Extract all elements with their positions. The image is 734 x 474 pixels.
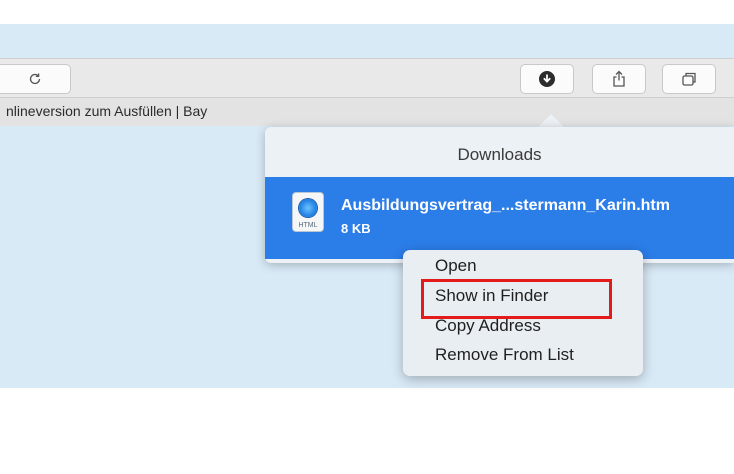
menu-item-remove-from-list[interactable]: Remove From List xyxy=(435,345,574,365)
safari-compass-icon xyxy=(299,199,317,217)
browser-window: nlineversion zum Ausfüllen | Bay xyxy=(0,58,734,126)
tab-bar: nlineversion zum Ausfüllen | Bay xyxy=(0,97,734,126)
download-item[interactable]: HTML Ausbildungsvertrag_...stermann_Kari… xyxy=(265,177,734,259)
html-file-icon: HTML xyxy=(293,193,323,231)
downloads-title: Downloads xyxy=(457,145,542,164)
reload-button[interactable] xyxy=(0,64,71,94)
reload-icon xyxy=(29,73,41,85)
downloads-popover: Downloads HTML Ausbildungsvertrag_...ste… xyxy=(265,127,734,263)
page-top-band xyxy=(0,0,734,24)
highlight-annotation xyxy=(421,279,612,319)
popover-arrow xyxy=(537,114,565,128)
download-file-name: Ausbildungsvertrag_...stermann_Karin.htm xyxy=(341,197,670,214)
browser-toolbar xyxy=(0,59,734,97)
file-type-label: HTML xyxy=(298,222,318,229)
tabs-icon xyxy=(682,72,696,86)
menu-item-open[interactable]: Open xyxy=(435,256,477,276)
tab-title[interactable]: nlineversion zum Ausfüllen | Bay xyxy=(6,103,207,119)
share-button[interactable] xyxy=(592,64,646,94)
download-icon xyxy=(539,71,555,87)
share-icon xyxy=(613,70,625,87)
downloads-button[interactable] xyxy=(520,64,574,94)
download-file-size: 8 KB xyxy=(341,221,371,236)
screenshot-stage: nlineversion zum Ausfüllen | Bay Downloa… xyxy=(0,0,734,474)
menu-item-copy-address[interactable]: Copy Address xyxy=(435,316,541,336)
tabs-overview-button[interactable] xyxy=(662,64,716,94)
